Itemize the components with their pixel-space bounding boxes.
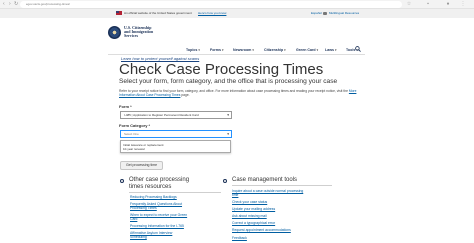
form-select-value: I-485 | Application to Register Permanen… (124, 113, 199, 117)
form-select[interactable]: I-485 | Application to Register Permanen… (120, 111, 232, 119)
nav-label: Green Card (296, 48, 316, 52)
agency-line-3: Services (124, 33, 138, 38)
nav-forms[interactable]: Forms▾ (210, 47, 224, 53)
resource-link[interactable]: Processing Information for the I-765 (130, 224, 184, 228)
form-category-label: Form Category * (119, 123, 151, 128)
resource-link[interactable]: Reducing Processing Backlogs (130, 195, 177, 199)
chevron-down-icon: ▾ (198, 48, 200, 52)
header-divider (108, 54, 365, 55)
nav-label: Newsroom (233, 48, 252, 52)
case-tool-link[interactable]: Inquire about a case outside normal proc… (232, 189, 303, 193)
language-link[interactable]: Español (311, 9, 322, 18)
info-icon (120, 179, 124, 183)
gov-banner-text: An official website of the United States… (124, 11, 192, 15)
resources-heading-1: Other case processing (129, 177, 190, 183)
get-processing-time-button[interactable]: Get processing time (120, 161, 163, 170)
globe-icon (323, 12, 327, 15)
back-icon[interactable]: ‹ (3, 1, 8, 7)
dhs-seal-logo[interactable] (108, 26, 121, 39)
nav-laws[interactable]: Laws▾ (325, 47, 337, 53)
case-tool-link[interactable]: Correct a typographical error (232, 221, 275, 225)
chevron-down-icon: ▾ (252, 48, 254, 52)
case-tools-divider (232, 185, 332, 186)
case-tool-link[interactable]: Request appointment accommodations (232, 228, 291, 232)
nav-label: Laws (325, 48, 334, 52)
case-tools-heading: Case management tools (232, 177, 298, 183)
multilingual-resources-link[interactable]: Multilingual Resources (329, 9, 359, 18)
bookmark-icon[interactable]: ☆ (406, 1, 412, 7)
us-flag-icon (116, 11, 122, 15)
intro-line-2: your receipt notice, visit the (308, 89, 348, 93)
chevron-down-icon: ▾ (284, 48, 286, 52)
nav-green-card[interactable]: Green Card▾ (296, 47, 318, 53)
resource-link[interactable]: When to expect to receive your Green (130, 213, 187, 217)
url-text: egov.uscis.gov/processing-times/ (26, 2, 70, 6)
case-tool-link[interactable]: Ask about missing mail (232, 214, 267, 218)
page-subtitle: Select your form, form category, and the… (119, 78, 338, 85)
menu-icon[interactable]: ⋮ (460, 1, 466, 7)
search-icon[interactable] (355, 46, 361, 52)
nav-citizenship[interactable]: Citizenship▾ (264, 47, 286, 53)
resource-link[interactable]: Card (130, 217, 137, 221)
nav-label: Forms (210, 48, 221, 52)
gov-banner: An official website of the United States… (0, 9, 474, 18)
case-tool-link[interactable]: Feedback (232, 236, 247, 240)
nav-newsroom[interactable]: Newsroom▾ (233, 47, 254, 53)
nav-topics[interactable]: Topics▾ (186, 47, 200, 53)
chevron-down-icon: ▾ (316, 48, 319, 52)
case-tool-link[interactable]: Check your case status (232, 200, 267, 204)
resources-heading-2: times resources (129, 184, 172, 190)
gear-icon (223, 179, 227, 183)
chevron-down-icon: ▾ (227, 113, 229, 117)
page: An official website of the United States… (0, 9, 474, 243)
category-option[interactable]: 10-year renewal (123, 147, 145, 151)
heres-how-you-know-link[interactable]: Here's how you know (198, 9, 226, 18)
agency-name[interactable]: U.S. Citizenship and Immigration Service… (124, 26, 153, 38)
case-tool-link[interactable]: Update your mailing address (232, 207, 275, 211)
chevron-down-icon: ▾ (227, 132, 229, 136)
chevron-down-icon: ▾ (221, 48, 224, 52)
nav-label: Tools (346, 48, 356, 52)
profile-icon[interactable]: ● (445, 1, 451, 7)
chevron-down-icon: ▾ (335, 48, 337, 52)
page-title: Check Case Processing Times (119, 61, 324, 78)
form-label: Form * (119, 104, 132, 109)
extensions-icon[interactable]: ▪ (425, 1, 431, 7)
intro-end: page. (181, 93, 190, 97)
browser-toolbar: ‹ › ↻ egov.uscis.gov/processing-times/ ☆… (0, 0, 474, 9)
resources-divider (129, 192, 221, 193)
nav-label: Citizenship (264, 48, 284, 52)
resource-link[interactable]: Processing Times (130, 206, 157, 210)
reload-icon[interactable]: ↻ (14, 1, 19, 7)
intro-text: Refer to your receipt notice to find you… (119, 89, 369, 97)
nav-label: Topics (186, 48, 198, 52)
category-dropdown-list: Initial issuance or replacement 10-year … (120, 140, 231, 153)
category-select-value: Select One (124, 132, 139, 136)
address-bar[interactable]: egov.uscis.gov/processing-times/ (20, 1, 402, 8)
case-tool-link[interactable]: time (232, 193, 238, 197)
form-category-select[interactable]: Select One ▾ (120, 130, 232, 138)
resource-link[interactable]: Scheduling (130, 235, 147, 239)
